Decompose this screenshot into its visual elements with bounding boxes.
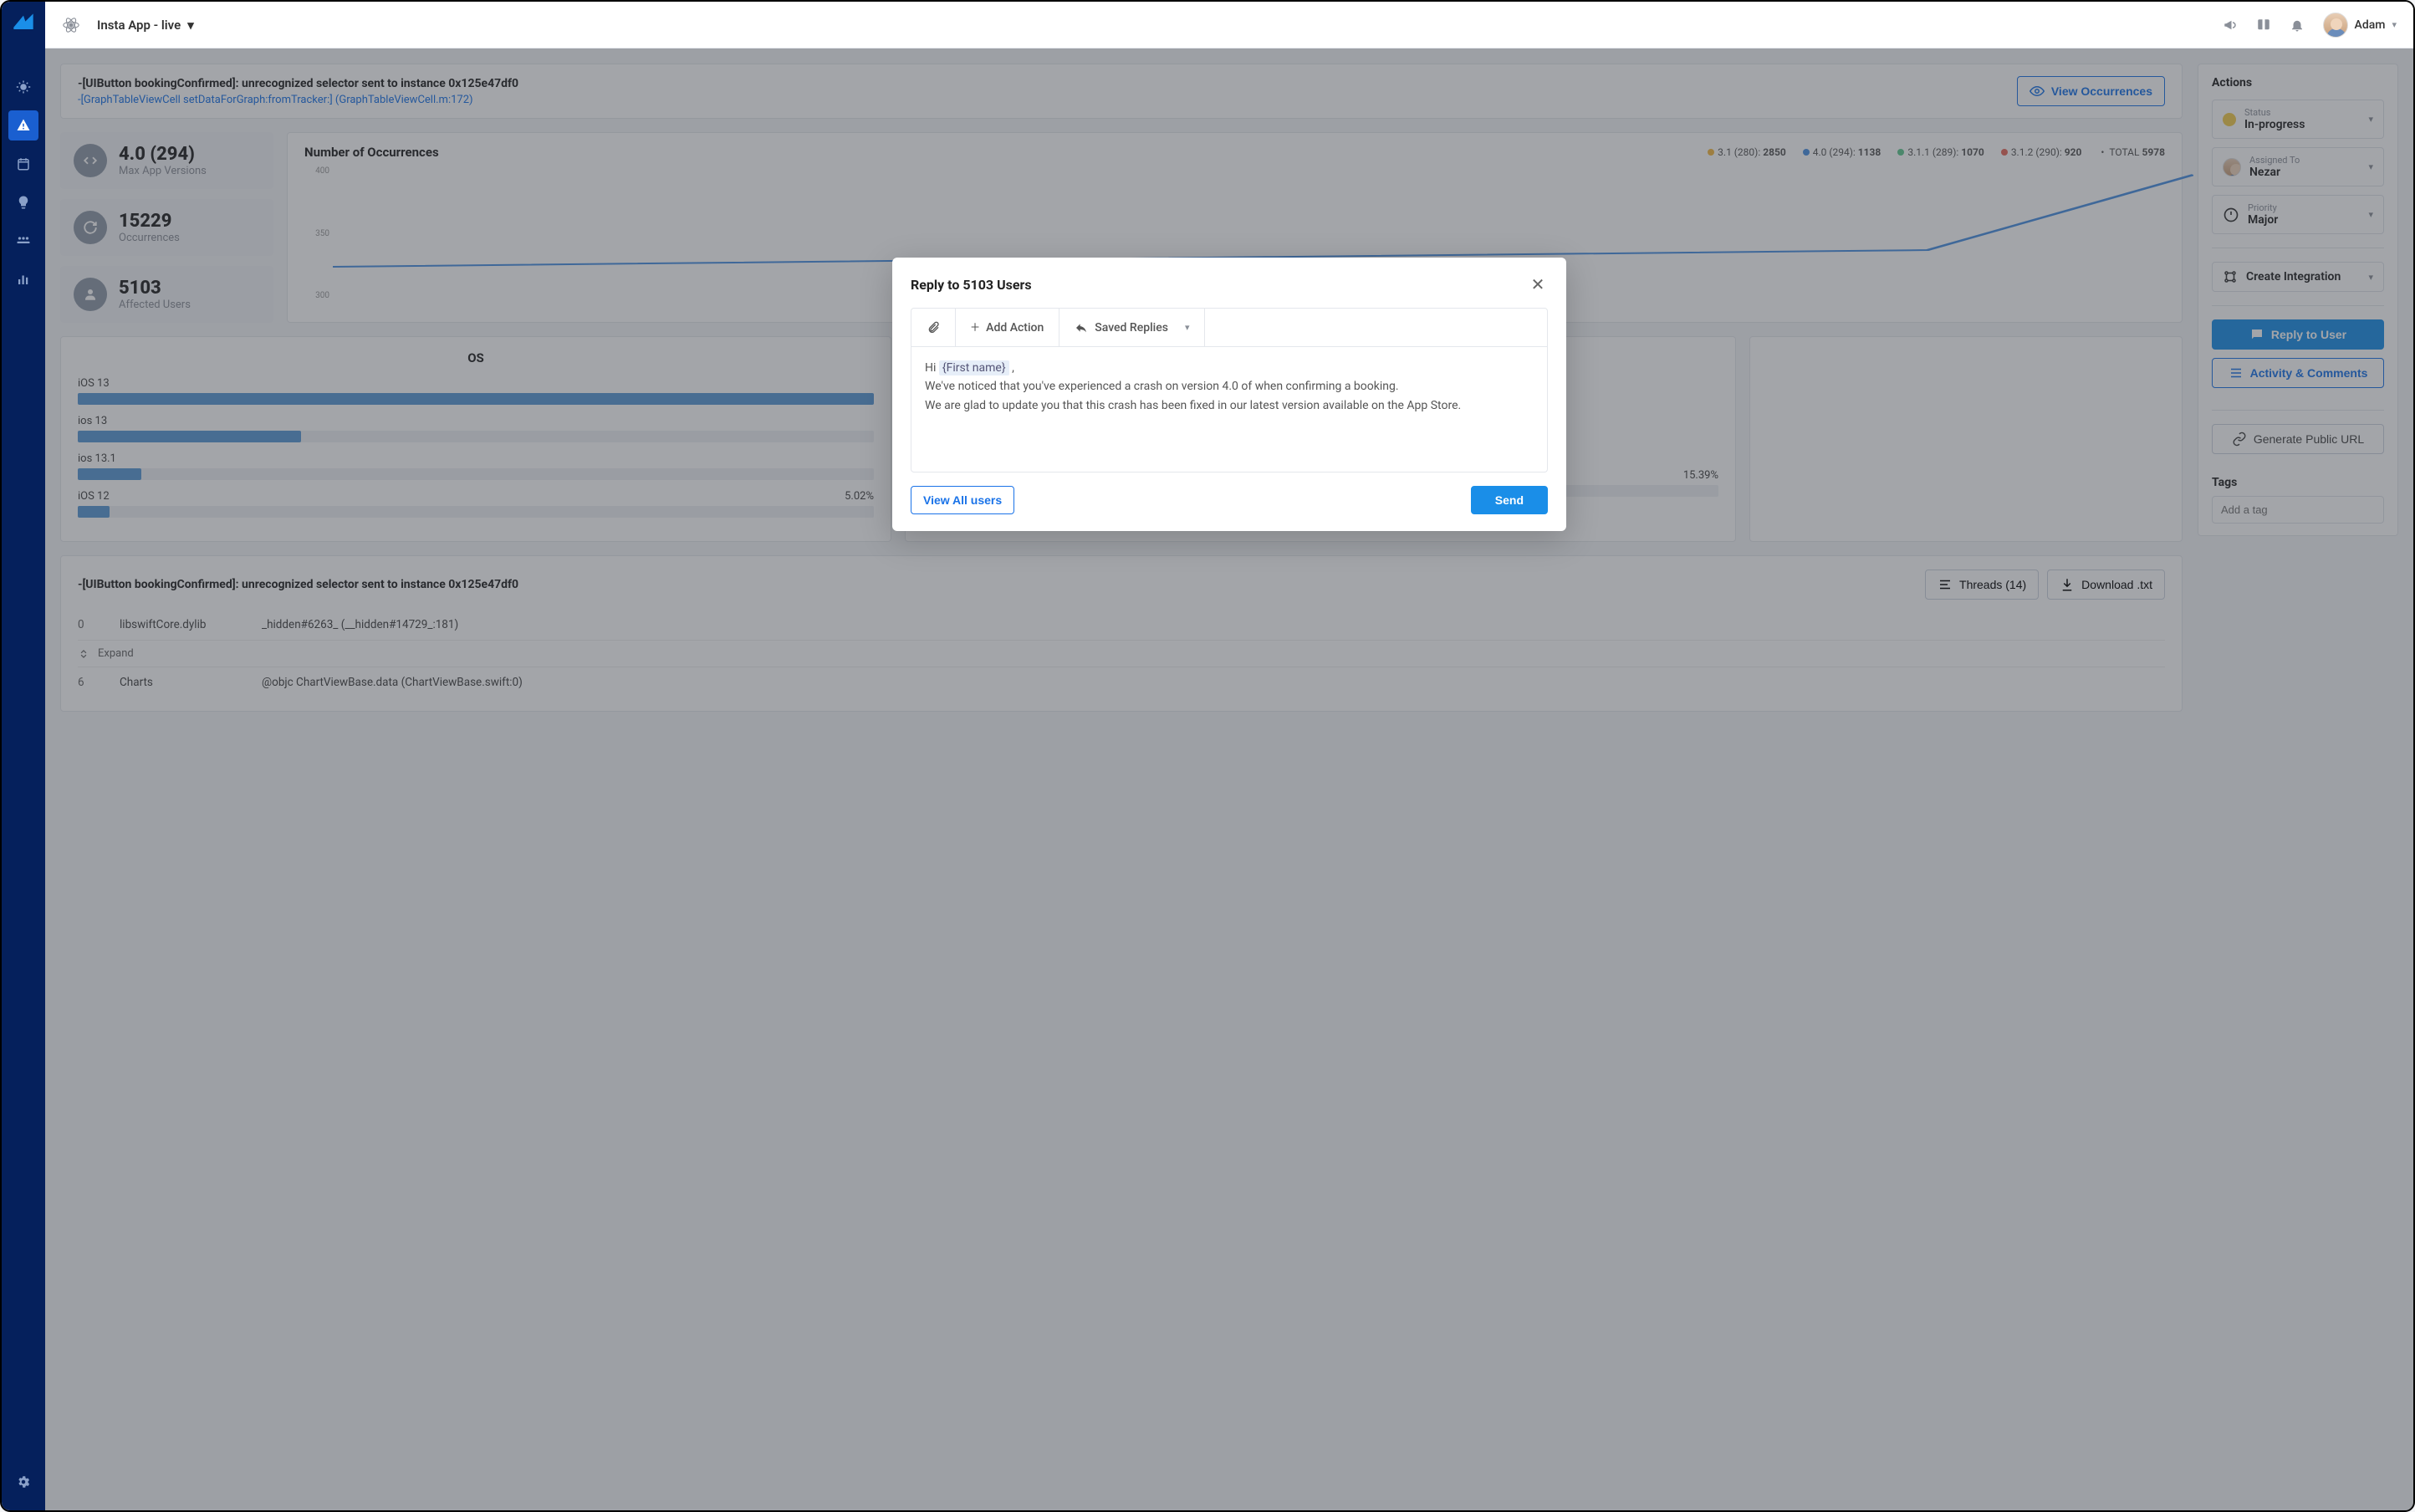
reply-modal: Reply to 5103 Users ✕ +Add Action Saved … xyxy=(892,258,1566,531)
nav-releases[interactable] xyxy=(8,149,38,179)
docs-icon[interactable] xyxy=(2256,18,2271,33)
nav-analytics[interactable] xyxy=(8,264,38,294)
close-icon[interactable]: ✕ xyxy=(1528,274,1548,294)
app-selector[interactable]: Insta App - live ▾ xyxy=(97,18,194,33)
modal-overlay[interactable]: Reply to 5103 Users ✕ +Add Action Saved … xyxy=(45,49,2413,1510)
plus-icon: + xyxy=(971,319,979,336)
nav-feedback[interactable] xyxy=(8,187,38,217)
nav-crashes[interactable] xyxy=(8,110,38,140)
bell-icon[interactable] xyxy=(2290,18,2305,33)
announce-icon[interactable] xyxy=(2223,18,2238,33)
nav-users[interactable] xyxy=(8,226,38,256)
user-menu[interactable]: Adam ▾ xyxy=(2323,13,2397,38)
nav-bugs[interactable] xyxy=(8,72,38,102)
merge-token: {First name} xyxy=(939,360,1009,375)
framework-icon xyxy=(62,16,80,34)
chevron-down-icon: ▾ xyxy=(187,18,194,33)
reply-icon xyxy=(1075,321,1088,335)
chevron-down-icon: ▾ xyxy=(2392,19,2397,30)
chevron-down-icon: ▾ xyxy=(1185,322,1190,333)
modal-title: Reply to 5103 Users xyxy=(911,277,1032,293)
view-all-users-button[interactable]: View All users xyxy=(911,486,1014,514)
logo[interactable] xyxy=(12,12,35,35)
nav-settings[interactable] xyxy=(8,1467,38,1497)
saved-replies-button[interactable]: Saved Replies▾ xyxy=(1059,309,1205,346)
attach-button[interactable] xyxy=(911,309,956,346)
app-name: Insta App - live xyxy=(97,18,181,33)
send-button[interactable]: Send xyxy=(1471,486,1548,514)
modal-textarea[interactable]: Hi {First name} , We've noticed that you… xyxy=(911,347,1548,472)
user-name: Adam xyxy=(2355,18,2386,32)
paperclip-icon xyxy=(927,321,940,335)
add-action-button[interactable]: +Add Action xyxy=(956,309,1059,346)
avatar xyxy=(2323,13,2348,38)
